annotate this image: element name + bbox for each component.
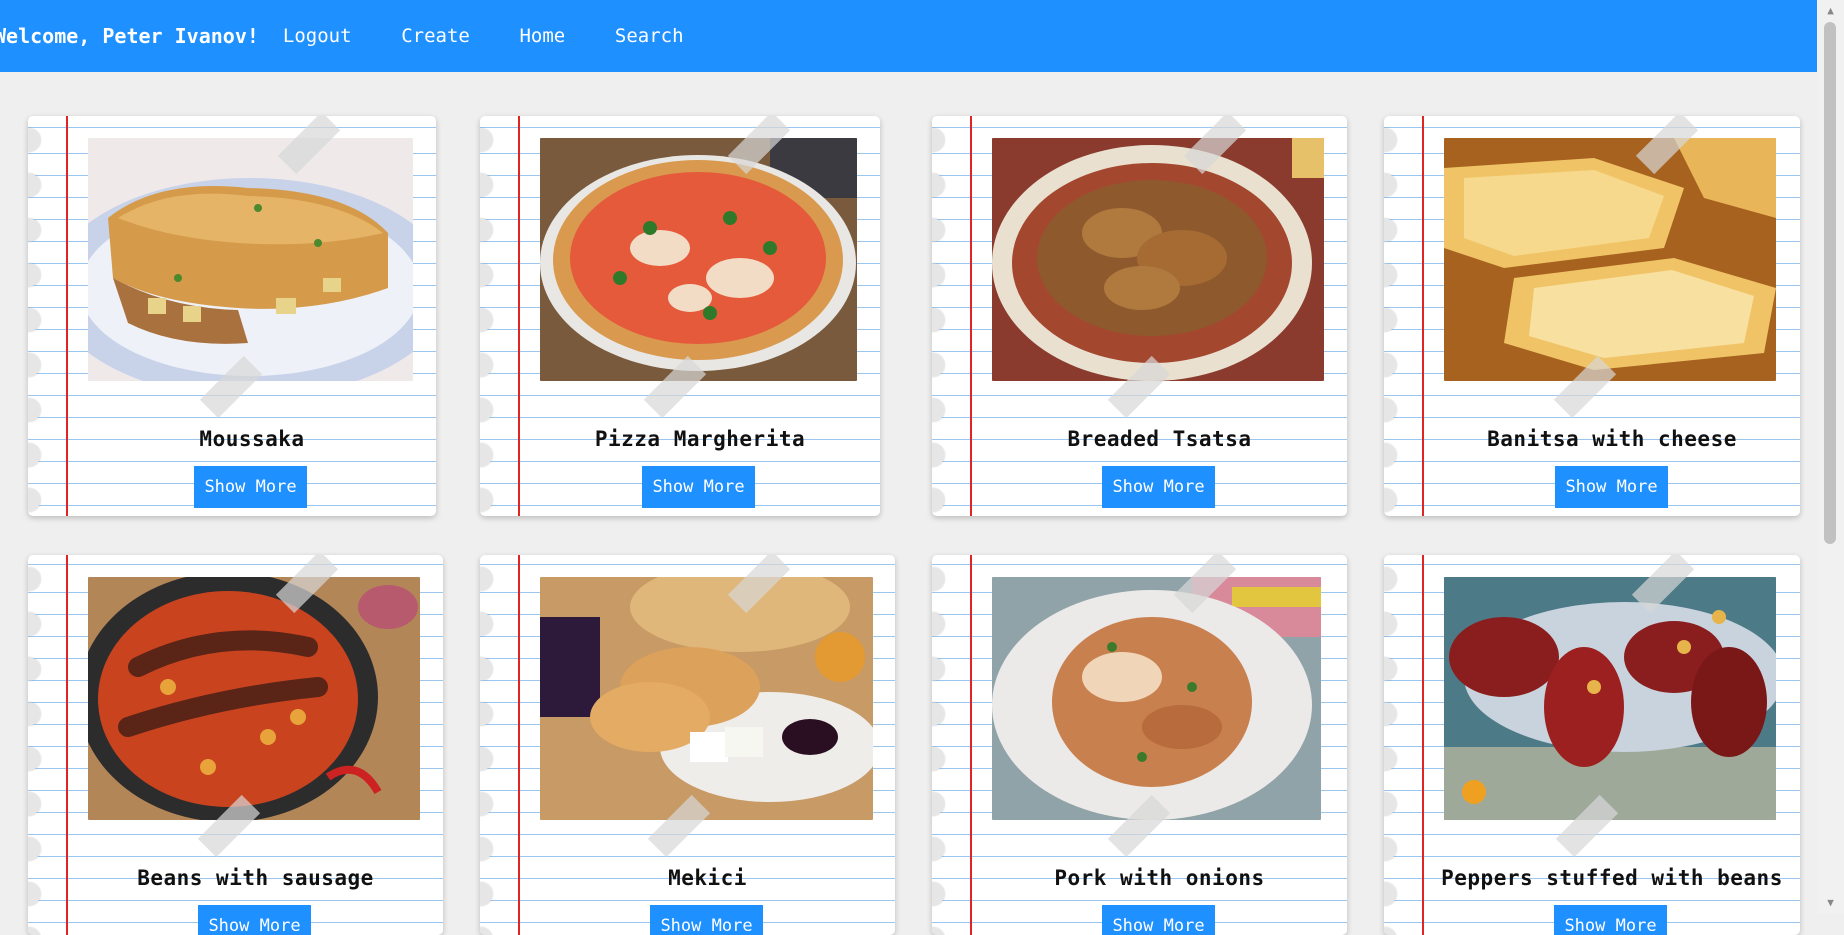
recipe-image [992,138,1324,381]
recipe-title: Pizza Margherita [594,427,806,451]
recipe-image [992,577,1321,820]
recipe-title: Beans with sausage [137,866,374,890]
notebook-holes [932,563,948,935]
recipe-title: Moussaka [199,427,305,451]
scroll-down-arrow-icon[interactable]: ▼ [1817,892,1844,914]
show-more-button[interactable]: Show More [1555,466,1668,508]
recipe-card: Mekici Show More [480,555,895,935]
notebook-margin-line [1422,116,1424,516]
recipe-card: Moussaka Show More [28,116,436,516]
scroll-up-arrow-icon[interactable]: ▲ [1817,0,1844,22]
notebook-holes [28,124,44,516]
recipe-image [1444,138,1776,381]
recipe-image [540,577,873,820]
recipe-image [1444,577,1776,820]
recipe-image [88,138,413,381]
nav-create-link[interactable]: Create [401,25,470,47]
recipe-title: Pork with onions [1054,866,1265,890]
nav-logout-link[interactable]: Logout [283,25,352,47]
notebook-holes [1384,124,1400,516]
recipe-card: Banitsa with cheese Show More [1384,116,1800,516]
notebook-margin-line [970,116,972,516]
show-more-button[interactable]: Show More [1102,905,1215,935]
show-more-button[interactable]: Show More [642,466,755,508]
nav-search-link[interactable]: Search [615,25,684,47]
vertical-scrollbar[interactable]: ▲ ▼ [1817,0,1844,914]
notebook-margin-line [518,116,520,516]
scroll-thumb[interactable] [1824,22,1836,544]
top-navigation-bar: Welcome, Peter Ivanov! Logout Create Hom… [0,0,1817,72]
recipe-title: Banitsa with cheese [1487,427,1737,451]
nav-home-link[interactable]: Home [519,25,565,47]
show-more-button[interactable]: Show More [1554,905,1667,935]
recipe-card: Pork with onions Show More [932,555,1347,935]
recipe-card: Pizza Margherita Show More [480,116,880,516]
notebook-holes [480,563,496,935]
recipe-card: Peppers stuffed with beans Show More [1384,555,1800,935]
notebook-margin-line [66,116,68,516]
recipe-card: Beans with sausage Show More [28,555,443,935]
recipe-title: Peppers stuffed with beans [1441,866,1783,890]
notebook-holes [1384,563,1400,935]
show-more-button[interactable]: Show More [194,466,307,508]
recipe-card: Breaded Tsatsa Show More [932,116,1347,516]
notebook-holes [28,563,44,935]
show-more-button[interactable]: Show More [1102,466,1215,508]
recipe-title: Breaded Tsatsa [1067,427,1252,451]
notebook-holes [480,124,496,516]
welcome-message: Welcome, Peter Ivanov! [0,24,259,48]
recipe-title: Mekici [668,866,747,890]
notebook-holes [932,124,948,516]
nav-links: Logout Create Home Search [259,25,684,47]
recipe-image [88,577,420,820]
show-more-button[interactable]: Show More [198,905,311,935]
show-more-button[interactable]: Show More [650,905,763,935]
recipe-image [540,138,857,381]
